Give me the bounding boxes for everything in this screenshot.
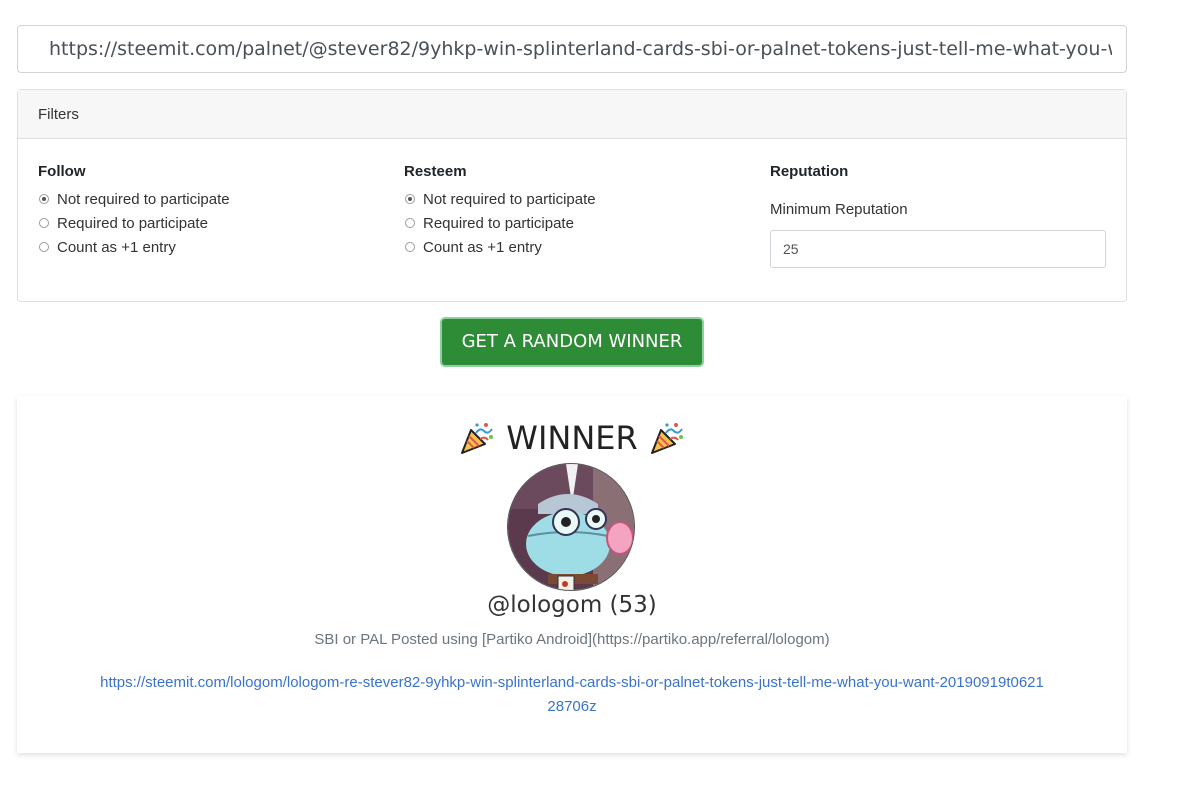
winner-card: WINNER @lologom (53) SBI or PAL Posted u…: [17, 396, 1127, 753]
follow-option-extra-entry[interactable]: Count as +1 entry: [38, 235, 230, 259]
option-label: Required to participate: [57, 214, 208, 232]
winner-avatar: [507, 463, 635, 591]
get-random-winner-button[interactable]: GET A RANDOM WINNER: [440, 317, 704, 367]
option-label: Required to participate: [423, 214, 574, 232]
winner-comment-link[interactable]: https://steemit.com/lologom/lologom-re-s…: [97, 671, 1047, 719]
winner-heading: WINNER: [17, 416, 1127, 460]
radio-button[interactable]: [39, 242, 49, 252]
resteem-option-required[interactable]: Required to participate: [404, 211, 596, 235]
minimum-reputation-label: Minimum Reputation: [770, 201, 908, 218]
option-label: Count as +1 entry: [57, 238, 176, 256]
radio-button[interactable]: [39, 194, 49, 204]
winner-title: WINNER: [506, 419, 638, 457]
follow-option-not-required[interactable]: Not required to participate: [38, 187, 230, 211]
option-label: Not required to participate: [57, 190, 230, 208]
resteem-filter: Resteem Not required to participate Requ…: [404, 163, 596, 259]
follow-filter: Follow Not required to participate Requi…: [38, 163, 230, 259]
winner-comment: SBI or PAL Posted using [Partiko Android…: [314, 631, 830, 648]
radio-button[interactable]: [405, 194, 415, 204]
party-popper-icon: [461, 423, 494, 454]
post-url-input[interactable]: [17, 25, 1127, 73]
minimum-reputation-input[interactable]: [770, 230, 1106, 268]
option-label: Not required to participate: [423, 190, 596, 208]
party-popper-icon: [650, 423, 683, 454]
radio-button[interactable]: [405, 242, 415, 252]
radio-button[interactable]: [405, 218, 415, 228]
follow-title: Follow: [38, 163, 86, 180]
filters-card: Filters Follow Not required to participa…: [17, 89, 1127, 302]
follow-option-required[interactable]: Required to participate: [38, 211, 230, 235]
reputation-title: Reputation: [770, 163, 849, 180]
winner-username[interactable]: @lologom (53): [17, 592, 1127, 618]
option-label: Count as +1 entry: [423, 238, 542, 256]
radio-button[interactable]: [39, 218, 49, 228]
reputation-filter: Reputation Minimum Reputation: [770, 163, 1106, 268]
filters-header: Filters: [18, 90, 1126, 139]
resteem-option-not-required[interactable]: Not required to participate: [404, 187, 596, 211]
resteem-title: Resteem: [404, 163, 467, 180]
resteem-option-extra-entry[interactable]: Count as +1 entry: [404, 235, 596, 259]
